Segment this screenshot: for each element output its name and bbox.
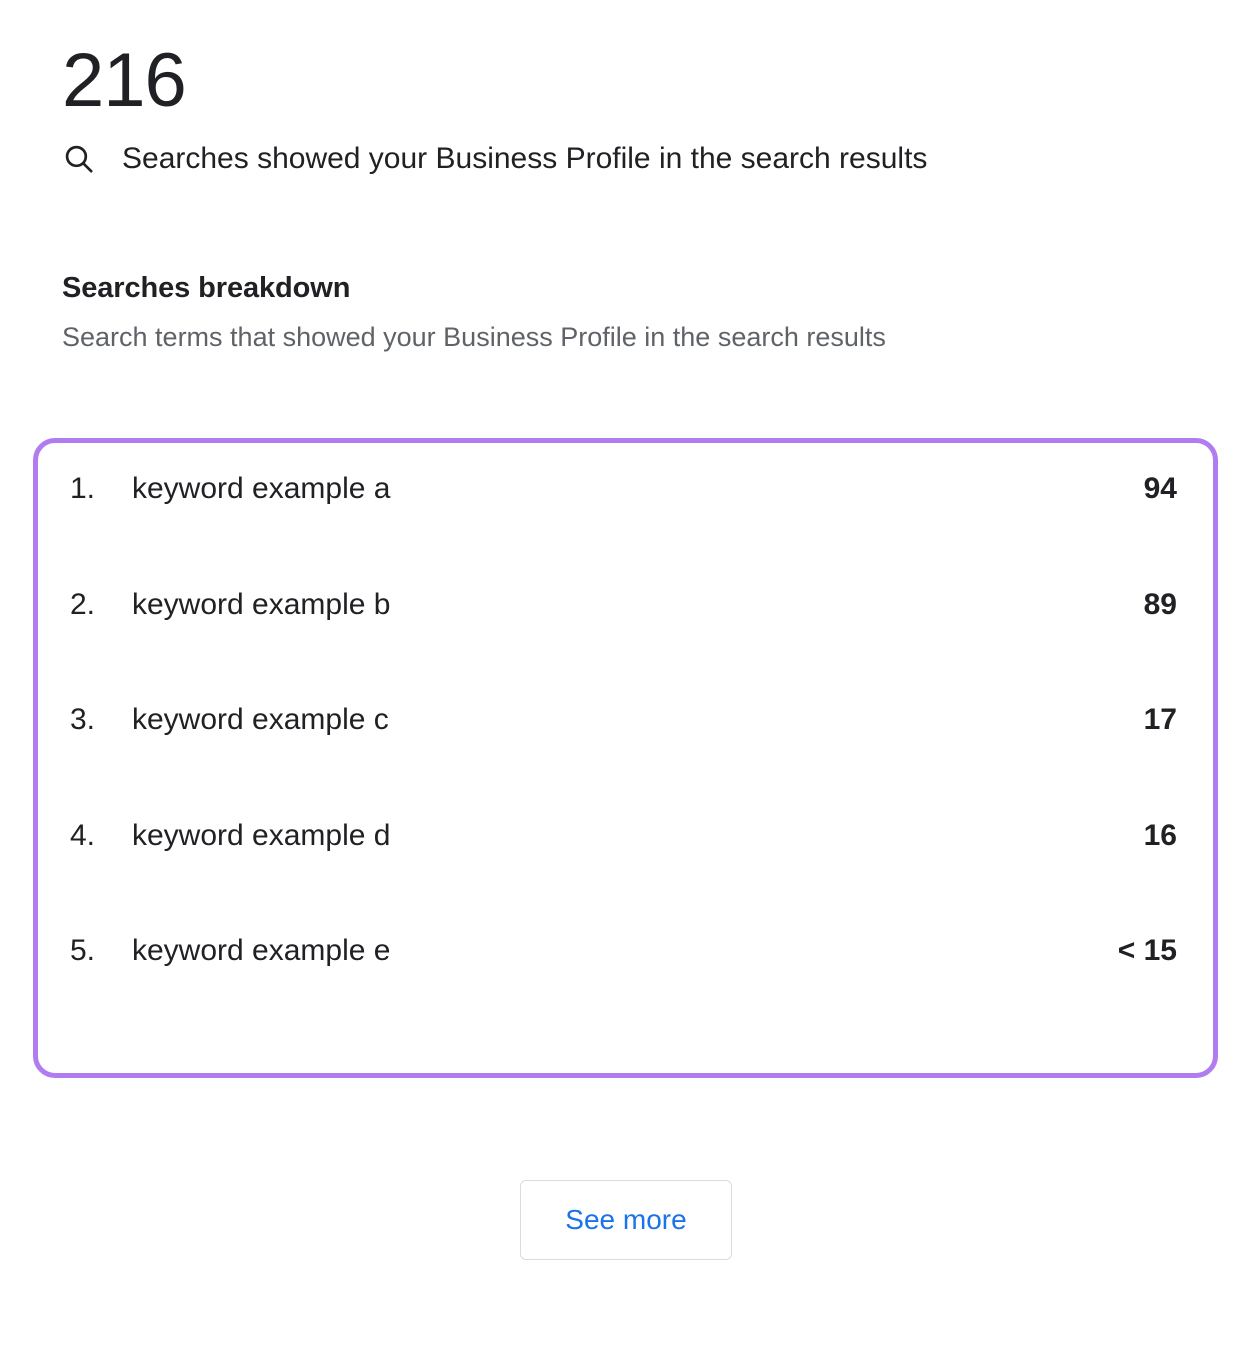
- table-row[interactable]: 2. keyword example b 89: [70, 585, 1177, 701]
- searches-insights-panel: 216 Searches showed your Business Profil…: [0, 0, 1252, 1372]
- table-row[interactable]: 3. keyword example c 17: [70, 700, 1177, 816]
- keyword-term: keyword example b: [132, 587, 391, 621]
- keyword-rank: 4.: [70, 818, 96, 852]
- keyword-rank: 2.: [70, 587, 96, 621]
- keyword-rank: 3.: [70, 703, 96, 737]
- table-row[interactable]: 4. keyword example d 16: [70, 816, 1177, 932]
- table-row[interactable]: 1. keyword example a 94: [70, 469, 1177, 585]
- keyword-count: < 15: [1117, 934, 1177, 968]
- keyword-row-label: 5. keyword example e: [70, 931, 390, 971]
- breakdown-subtitle: Search terms that showed your Business P…: [62, 322, 886, 352]
- keyword-count: 17: [1143, 703, 1177, 737]
- metric-value: 216: [62, 38, 187, 123]
- keyword-term: keyword example a: [132, 472, 391, 505]
- keyword-row-label: 2. keyword example b: [70, 585, 390, 625]
- see-more-button[interactable]: See more: [520, 1180, 732, 1260]
- keyword-count: 94: [1143, 472, 1177, 505]
- search-icon: [62, 142, 96, 176]
- table-row[interactable]: 5. keyword example e < 15: [70, 931, 1177, 1047]
- keyword-rank: 5.: [70, 934, 96, 968]
- keyword-count: 16: [1143, 818, 1177, 852]
- keyword-list-card: 1. keyword example a 94 2. keyword examp…: [33, 438, 1218, 1078]
- metric-caption-label: Searches showed your Business Profile in…: [122, 142, 928, 175]
- keyword-row-label: 3. keyword example c: [70, 700, 389, 740]
- see-more-row: See more: [32, 1180, 1220, 1260]
- metric-block: 216 Searches showed your Business Profil…: [32, 0, 1220, 178]
- breakdown-header: Searches breakdown Search terms that sho…: [32, 270, 1220, 354]
- metric-caption: Searches showed your Business Profile in…: [62, 140, 1220, 178]
- breakdown-title: Searches breakdown: [62, 272, 351, 304]
- keyword-term: keyword example d: [132, 818, 391, 852]
- keyword-rank: 1.: [70, 472, 96, 505]
- keyword-row-label: 1. keyword example a: [70, 469, 390, 509]
- keyword-term: keyword example e: [132, 934, 391, 968]
- keyword-count: 89: [1143, 587, 1177, 621]
- keyword-term: keyword example c: [132, 703, 389, 737]
- keyword-row-label: 4. keyword example d: [70, 816, 390, 856]
